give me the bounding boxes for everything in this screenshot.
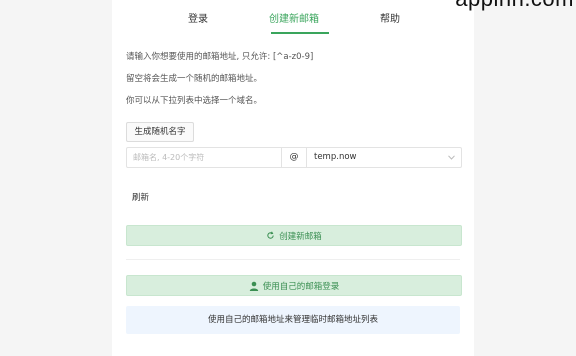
email-address-row: @ temp.now: [126, 147, 462, 168]
chevron-down-icon: [447, 148, 455, 167]
tab-login[interactable]: 登录: [188, 10, 208, 25]
info-domain-hint: 你可以从下拉列表中选择一个域名。: [126, 96, 263, 106]
own-email-note: 使用自己的邮箱地址来管理临时邮箱地址列表: [126, 306, 460, 334]
mailbox-name-input[interactable]: [127, 148, 281, 167]
domain-select[interactable]: temp.now: [306, 148, 461, 167]
create-mailbox-label: 创建新邮箱: [279, 231, 322, 242]
active-tab-indicator: [271, 32, 329, 34]
refresh-icon: [266, 231, 275, 240]
create-mailbox-button[interactable]: 创建新邮箱: [126, 225, 462, 246]
tab-create-mailbox[interactable]: 创建新邮箱: [269, 10, 319, 25]
user-icon: [249, 281, 259, 291]
watermark-text: appinn.com: [455, 0, 574, 12]
use-own-email-label: 使用自己的邮箱登录: [262, 281, 340, 292]
tab-help[interactable]: 帮助: [380, 10, 400, 25]
generate-random-name-button[interactable]: 生成随机名字: [126, 122, 194, 142]
use-own-email-login-button[interactable]: 使用自己的邮箱登录: [126, 275, 462, 296]
info-random-hint: 留空将会生成一个随机的邮箱地址。: [126, 74, 263, 84]
tab-bar: 登录 创建新邮箱 帮助: [112, 0, 474, 34]
at-separator: @: [281, 148, 307, 167]
refresh-link[interactable]: 刷新: [132, 191, 149, 203]
create-mailbox-panel: 登录 创建新邮箱 帮助 请输入你想要使用的邮箱地址, 只允许: [^a-z0-9…: [112, 0, 474, 356]
info-allowed-chars: 请输入你想要使用的邮箱地址, 只允许: [^a-z0-9]: [126, 52, 314, 62]
section-divider: [126, 259, 460, 260]
domain-selected-value: temp.now: [314, 152, 357, 162]
